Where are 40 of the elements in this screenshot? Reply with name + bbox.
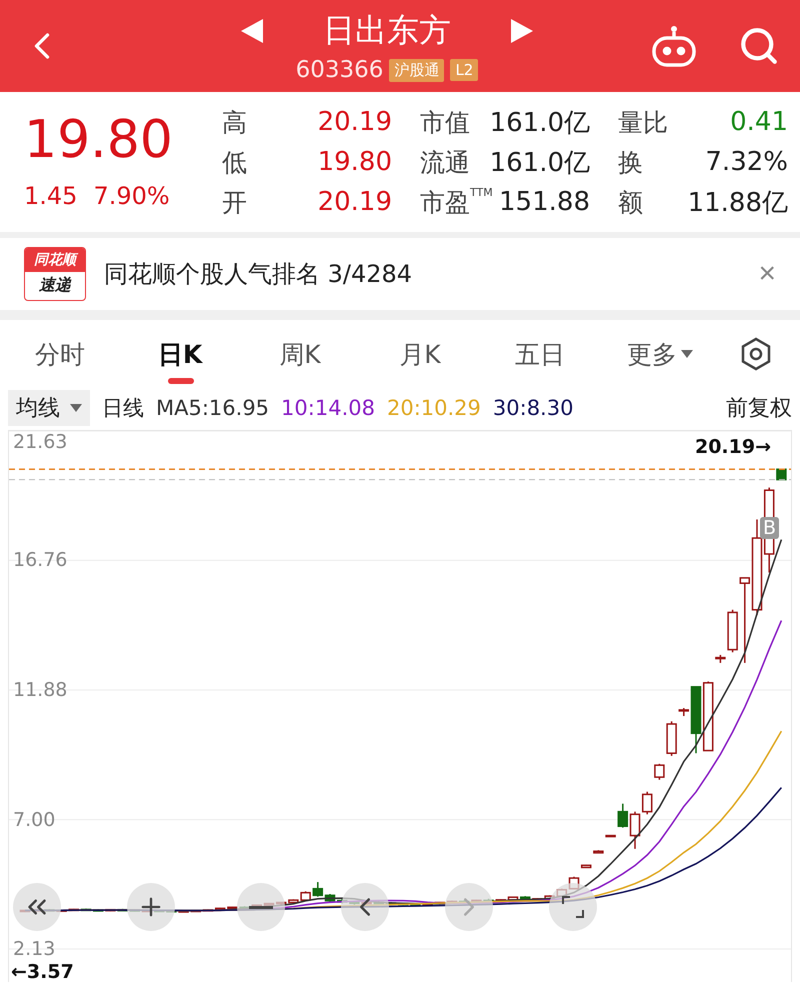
stat-value: 20.19 bbox=[318, 107, 392, 137]
stat-label: 量比 bbox=[618, 106, 668, 138]
stat-label: 市盈$^{TTM}$ bbox=[420, 186, 493, 218]
logo-text: 同花顺 bbox=[25, 248, 85, 272]
current-price: 19.80 bbox=[24, 114, 174, 166]
price-axis-label: 11.88 bbox=[13, 679, 68, 701]
stat-label: 市值 bbox=[420, 106, 470, 138]
stat-value: 20.19 bbox=[318, 187, 392, 217]
stat-label: 换 bbox=[618, 146, 643, 178]
logo-text: 速递 bbox=[38, 274, 72, 296]
market-tag: L2 bbox=[450, 59, 478, 81]
price-axis-label: 7.00 bbox=[13, 808, 56, 831]
stat-label: 开 bbox=[222, 186, 247, 218]
stat-label: 流通 bbox=[420, 146, 470, 178]
stat-value: 0.41 bbox=[730, 107, 788, 137]
moving-average-value: 10:14.08 bbox=[281, 396, 375, 420]
price-change: 1.45 bbox=[24, 182, 78, 210]
buy-signal-tag: B bbox=[760, 517, 779, 539]
stat-value: 11.88亿 bbox=[688, 186, 788, 220]
moving-average-value: MA5:16.95 bbox=[156, 396, 270, 420]
stat-label: 低 bbox=[222, 146, 247, 178]
stat-value: 151.88 bbox=[499, 187, 590, 217]
high-price-marker: 20.19→ bbox=[694, 437, 771, 457]
stat-label: 额 bbox=[618, 186, 643, 218]
stock-name: 日出东方 bbox=[323, 10, 451, 51]
market-tag: 沪股通 bbox=[389, 58, 444, 82]
stat-label: 高 bbox=[222, 106, 247, 138]
stat-value: 7.32% bbox=[705, 147, 788, 177]
stat-value: 19.80 bbox=[318, 147, 392, 177]
stock-code: 603366 bbox=[296, 57, 384, 83]
price-axis-label: 21.63 bbox=[13, 431, 68, 453]
low-price-marker: ←3.57 bbox=[11, 962, 74, 982]
period-label: 日线 bbox=[102, 395, 144, 422]
stat-value: 161.0亿 bbox=[490, 146, 590, 180]
moving-average-value: 20:10.29 bbox=[386, 396, 481, 420]
moving-average-value: 30:8.30 bbox=[492, 396, 574, 420]
percent-change: 7.90% bbox=[93, 182, 170, 210]
stat-value: 161.0亿 bbox=[490, 106, 590, 140]
price-axis-label: 2.13 bbox=[13, 938, 56, 960]
price-axis-label: 16.76 bbox=[13, 549, 68, 572]
